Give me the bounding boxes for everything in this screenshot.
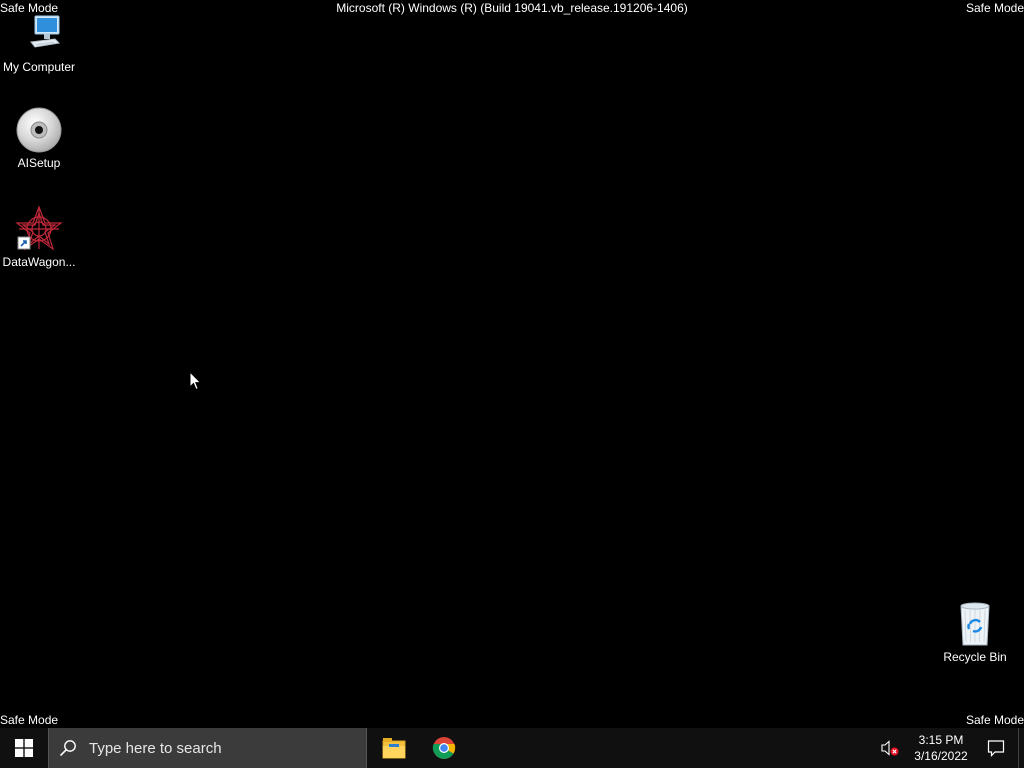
windows-logo-icon (15, 739, 33, 757)
cd-disc-icon (15, 106, 63, 154)
start-button[interactable] (0, 728, 48, 768)
clock-time: 3:15 PM (918, 733, 964, 747)
desktop-icon-label: My Computer (2, 60, 76, 74)
taskbar-app-chrome[interactable] (419, 728, 469, 768)
show-desktop-button[interactable] (1018, 728, 1024, 768)
desktop-icon-label: AISetup (17, 156, 61, 170)
desktop-icon-label: DataWagon... (2, 255, 76, 269)
safe-mode-label-bottom-left: Safe Mode (0, 713, 59, 727)
computer-icon (15, 10, 63, 58)
clock-date: 3/16/2022 (914, 749, 968, 763)
datawagon-shortcut-icon (15, 205, 63, 253)
taskbar-app-file-explorer[interactable] (369, 728, 419, 768)
search-placeholder: Type here to search (89, 739, 222, 757)
search-icon (49, 728, 87, 768)
system-clock[interactable]: 3:15 PM 3/16/2022 (908, 728, 974, 768)
desktop-icon-my-computer[interactable]: My Computer (1, 10, 77, 74)
desktop-icon-recycle-bin[interactable]: Recycle Bin (937, 600, 1013, 664)
taskbar-search-box[interactable]: Type here to search (48, 728, 367, 768)
safe-mode-label-bottom-right: Safe Mode (965, 713, 1024, 727)
chrome-icon (432, 737, 456, 759)
action-center-button[interactable] (974, 728, 1018, 768)
recycle-bin-icon (951, 600, 999, 648)
safe-mode-label-top-right: Safe Mode (965, 1, 1024, 15)
desktop[interactable]: Safe Mode Microsoft (R) Windows (R) (Bui… (0, 0, 1024, 728)
taskbar: Type here to search 3:15 PM 3/16/2022 (0, 728, 1024, 768)
desktop-icon-datawagon[interactable]: DataWagon... (1, 205, 77, 269)
desktop-icon-label: Recycle Bin (943, 650, 1007, 664)
build-string: Microsoft (R) Windows (R) (Build 19041.v… (336, 1, 688, 15)
volume-muted-icon[interactable] (878, 728, 902, 768)
mouse-cursor-icon (189, 371, 202, 391)
desktop-icon-aisetup[interactable]: AISetup (1, 106, 77, 170)
notification-icon (987, 740, 1005, 757)
file-explorer-icon (382, 738, 406, 759)
